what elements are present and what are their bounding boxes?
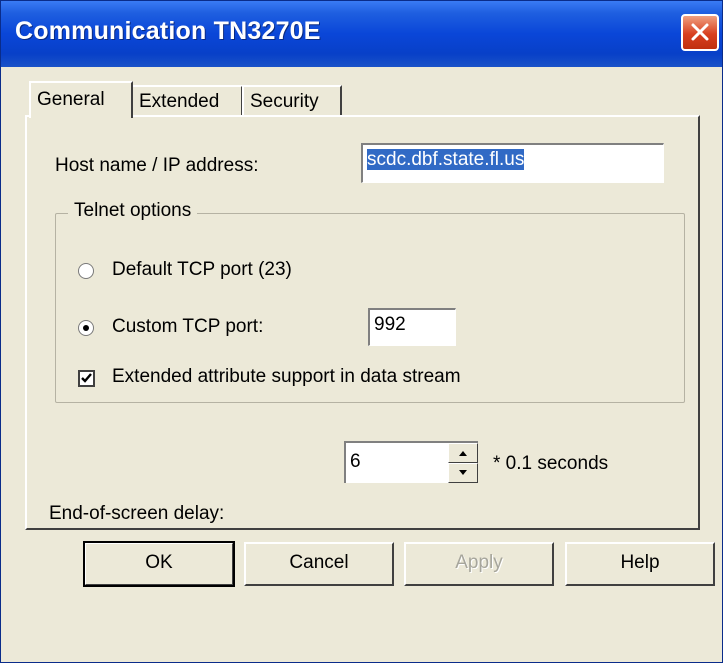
host-label: Host name / IP address: [55, 155, 259, 176]
help-button[interactable]: Help [565, 542, 715, 586]
title-bar[interactable]: Communication TN3270E [1, 1, 722, 67]
apply-button-label: Apply [455, 552, 503, 573]
delay-value: 6 [350, 451, 361, 472]
checkmark-icon [81, 373, 92, 383]
ok-button-label: OK [145, 552, 173, 573]
spin-up-button[interactable] [448, 443, 478, 463]
tab-panel-general: Host name / IP address: scdc.dbf.state.f… [25, 115, 700, 530]
default-port-label: Default TCP port (23) [112, 259, 292, 280]
cancel-button[interactable]: Cancel [244, 542, 394, 586]
telnet-options-legend: Telnet options [68, 200, 198, 222]
help-button-label: Help [620, 552, 660, 573]
window-title: Communication TN3270E [15, 17, 321, 45]
dialog-client: General Extended Security Host name / IP… [1, 67, 722, 662]
tab-general[interactable]: General [29, 81, 133, 118]
tab-general-label: General [37, 89, 105, 110]
close-button[interactable] [681, 14, 719, 51]
custom-port-label: Custom TCP port: [112, 316, 264, 337]
tab-extended[interactable]: Extended [131, 85, 243, 115]
ok-button[interactable]: OK [83, 541, 235, 587]
default-port-radio[interactable] [78, 263, 94, 279]
custom-port-value: 992 [374, 314, 406, 335]
tab-extended-label: Extended [139, 91, 220, 112]
apply-button[interactable]: Apply [404, 542, 554, 586]
delay-label: End-of-screen delay: [49, 503, 225, 524]
dialog-window: Communication TN3270E General Extended S… [0, 0, 723, 663]
radio-dot-icon [83, 325, 89, 331]
tab-security[interactable]: Security [242, 85, 342, 115]
delay-spinbox[interactable]: 6 [344, 441, 478, 483]
close-icon [691, 23, 709, 41]
delay-unit-label: * 0.1 seconds [493, 453, 609, 474]
ext-attr-label: Extended attribute support in data strea… [112, 366, 461, 387]
custom-port-input[interactable]: 992 [368, 308, 456, 346]
spin-down-button[interactable] [448, 463, 478, 483]
spin-buttons [448, 443, 478, 483]
arrow-up-icon [459, 451, 467, 456]
ext-attr-checkbox[interactable] [78, 370, 95, 387]
host-input-value: scdc.dbf.state.fl.us [367, 149, 525, 170]
arrow-down-icon [459, 470, 467, 475]
tab-security-label: Security [250, 91, 319, 112]
telnet-options-group: Telnet options Default TCP port (23) Cus… [55, 200, 685, 403]
cancel-button-label: Cancel [289, 552, 349, 573]
host-input[interactable]: scdc.dbf.state.fl.us [361, 143, 664, 183]
custom-port-radio[interactable] [78, 320, 94, 336]
